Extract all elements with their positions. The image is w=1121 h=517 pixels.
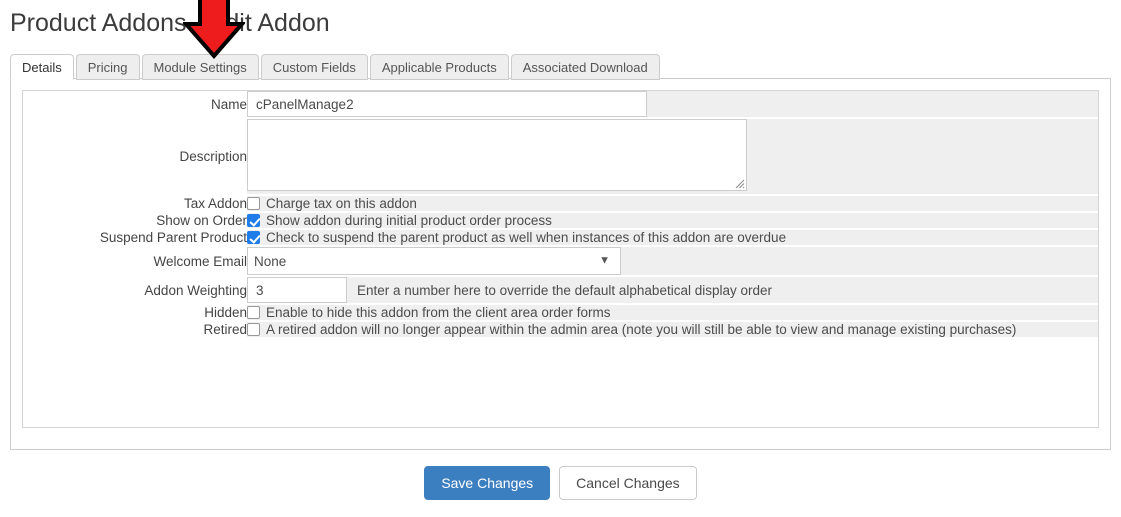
show-on-order-label: Show on Order: [23, 212, 247, 229]
form-row-hidden: Hidden Enable to hide this addon from th…: [23, 304, 1098, 322]
tab-module-settings-label: Module Settings: [153, 59, 247, 75]
welcome-email-label: Welcome Email: [23, 246, 247, 276]
description-cell: [247, 118, 1098, 196]
tab-details[interactable]: Details: [10, 54, 74, 80]
tax-addon-cell: Charge tax on this addon: [247, 195, 1098, 213]
form-row-tax-addon: Tax Addon Charge tax on this addon: [23, 195, 1098, 213]
name-cell: [247, 91, 1098, 119]
suspend-parent-product-label: Suspend Parent Product: [23, 229, 247, 246]
save-changes-button[interactable]: Save Changes: [424, 466, 551, 500]
show-on-order-cell: Show addon during initial product order …: [247, 212, 1098, 230]
hidden-checkbox[interactable]: [247, 306, 260, 319]
page-root: Product Addons - Edit Addon Details Pric…: [0, 0, 1121, 517]
tab-associated-download-label: Associated Download: [522, 59, 648, 75]
tab-applicable-products[interactable]: Applicable Products: [369, 54, 509, 80]
addon-weighting-input[interactable]: [247, 277, 347, 303]
page-title: Product Addons - Edit Addon: [10, 9, 330, 37]
name-label: Name: [23, 91, 247, 118]
hidden-label: Hidden: [23, 304, 247, 321]
retired-cell: A retired addon will no longer appear wi…: [247, 321, 1098, 337]
details-form-container: Name Description: [22, 90, 1099, 428]
addon-weighting-hint: Enter a number here to override the defa…: [357, 282, 772, 298]
retired-checkbox[interactable]: [247, 323, 260, 336]
addon-weighting-cell: Enter a number here to override the defa…: [247, 276, 1098, 305]
description-label: Description: [23, 118, 247, 195]
suspend-parent-product-cell: Check to suspend the parent product as w…: [247, 229, 1098, 247]
hidden-checkbox-label[interactable]: Enable to hide this addon from the clien…: [266, 305, 610, 320]
tab-custom-fields-label: Custom Fields: [272, 59, 356, 75]
cancel-changes-label: Cancel Changes: [576, 475, 680, 491]
tax-addon-label: Tax Addon: [23, 195, 247, 212]
form-row-retired: Retired A retired addon will no longer a…: [23, 321, 1098, 337]
show-on-order-checkbox[interactable]: [247, 214, 260, 227]
welcome-email-select[interactable]: None: [247, 247, 621, 275]
tab-associated-download[interactable]: Associated Download: [510, 54, 660, 80]
form-row-suspend-parent-product: Suspend Parent Product Check to suspend …: [23, 229, 1098, 247]
addon-details-form: Name Description: [23, 91, 1098, 337]
description-wrap: [247, 119, 747, 191]
tax-addon-checkbox[interactable]: [247, 197, 260, 210]
welcome-email-cell: None ▼: [247, 246, 1098, 277]
name-input[interactable]: [247, 91, 647, 117]
form-actions: Save Changes Cancel Changes: [0, 466, 1121, 500]
hidden-cell: Enable to hide this addon from the clien…: [247, 304, 1098, 322]
tab-module-settings[interactable]: Module Settings: [141, 54, 259, 80]
details-panel: Name Description: [10, 78, 1111, 450]
suspend-parent-product-checkbox[interactable]: [247, 231, 260, 244]
form-row-addon-weighting: Addon Weighting Enter a number here to o…: [23, 276, 1098, 305]
cancel-changes-button[interactable]: Cancel Changes: [559, 466, 697, 500]
tab-pricing-label: Pricing: [87, 59, 128, 75]
tab-custom-fields[interactable]: Custom Fields: [260, 54, 368, 80]
welcome-email-wrap: None ▼: [247, 247, 621, 275]
tab-details-label: Details: [22, 59, 62, 75]
suspend-parent-product-checkbox-label[interactable]: Check to suspend the parent product as w…: [266, 230, 786, 245]
retired-checkbox-label[interactable]: A retired addon will no longer appear wi…: [266, 322, 1016, 337]
form-row-description: Description: [23, 118, 1098, 196]
form-row-show-on-order: Show on Order Show addon during initial …: [23, 212, 1098, 230]
form-row-name: Name: [23, 91, 1098, 119]
tax-addon-checkbox-label[interactable]: Charge tax on this addon: [266, 196, 417, 211]
retired-label: Retired: [23, 321, 247, 337]
tab-applicable-products-label: Applicable Products: [381, 59, 497, 75]
description-textarea[interactable]: [247, 119, 747, 191]
addon-weighting-label: Addon Weighting: [23, 276, 247, 304]
form-row-welcome-email: Welcome Email None ▼: [23, 246, 1098, 277]
show-on-order-checkbox-label[interactable]: Show addon during initial product order …: [266, 213, 552, 228]
tab-pricing[interactable]: Pricing: [75, 54, 140, 80]
save-changes-label: Save Changes: [441, 475, 534, 491]
tab-bar: Details Pricing Module Settings Custom F…: [10, 53, 662, 80]
